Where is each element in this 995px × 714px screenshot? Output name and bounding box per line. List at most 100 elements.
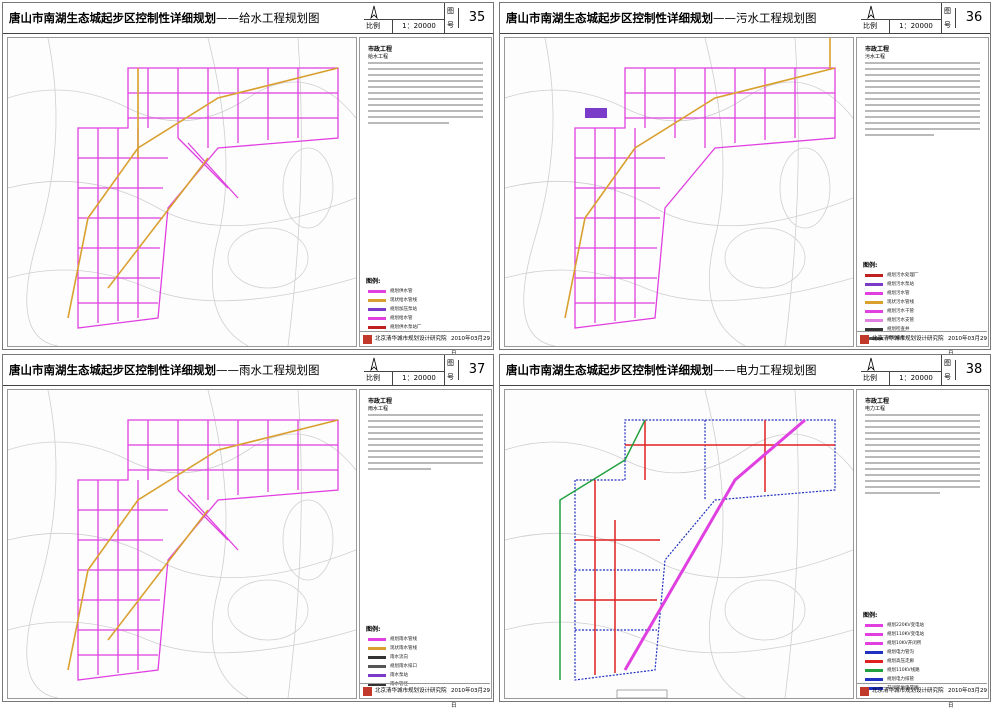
legend-label: 规划电力管沟	[887, 650, 914, 655]
notes-title: 市政工程	[865, 46, 890, 53]
side-panel: 市政工程 雨水工程 图例: 规划雨水管线 现状雨水管线 雨水流向 规划雨水排口 …	[359, 389, 492, 699]
legend-swatch	[865, 624, 883, 627]
map-power[interactable]	[504, 389, 854, 699]
notes-text-block	[368, 62, 483, 128]
legend-swatch	[368, 647, 386, 650]
fig-label: 图	[944, 7, 951, 15]
scale-label: 比例	[366, 374, 380, 382]
sheet-footer: 北京清华城市规划设计研究院 2010年03月29日	[359, 331, 490, 357]
institute-name: 北京清华城市规划设计研究院	[375, 336, 447, 342]
legend-label: 规划10KV开闭所	[887, 641, 922, 646]
legend-item: 规划110KV变电站	[863, 631, 983, 639]
legend-swatch	[865, 319, 883, 322]
legend-label: 规划给水管	[390, 316, 413, 321]
legend-title: 图例:	[863, 262, 878, 269]
side-panel: 市政工程 电力工程 图例: 规划220KV变电站 规划110KV变电站 规划10…	[856, 389, 989, 699]
scale-box: 比例 1：20000	[364, 19, 444, 34]
north-arrow-icon	[867, 357, 875, 372]
scale-label: 比例	[863, 374, 877, 382]
sheet-footer: 北京清华城市规划设计研究院 2010年03月29日	[856, 331, 987, 357]
north-arrow-icon	[370, 5, 378, 20]
legend-item: 规划给水管	[366, 315, 486, 323]
map-sewage[interactable]	[504, 37, 854, 347]
legend-label: 现状雨水管线	[390, 646, 417, 651]
fig-no-label: 号	[447, 21, 454, 29]
sheet-37: 唐山市南湖生态城起步区控制性详细规划——雨水工程规划图 比例 1：20000 图…	[2, 354, 494, 709]
notes-text-block	[368, 414, 483, 474]
figure-number-box: 图 号 35	[444, 3, 495, 33]
title-sub: 污水工程规划图	[736, 11, 817, 25]
legend-label: 规划加压泵站	[390, 307, 417, 312]
legend-label: 规划污水支管	[887, 318, 914, 323]
legend: 图例: 规划雨水管线 现状雨水管线 雨水流向 规划雨水排口 雨水泵站 雨水管径	[366, 624, 486, 690]
legend-swatch	[368, 317, 386, 320]
legend-swatch	[368, 308, 386, 311]
sheet-title: 唐山市南湖生态城起步区控制性详细规划——给水工程规划图	[9, 10, 320, 26]
legend-item: 雨水泵站	[366, 672, 486, 680]
fig-no-label: 号	[944, 21, 951, 29]
legend-swatch	[368, 326, 386, 329]
institute-name: 北京清华城市规划设计研究院	[872, 688, 944, 694]
scale-value: 1：20000	[392, 20, 445, 33]
legend-item: 规划污水泵站	[863, 281, 983, 289]
sheet-header: 唐山市南湖生态城起步区控制性详细规划——给水工程规划图 比例 1：20000 图…	[3, 3, 493, 34]
legend-item: 规划污水干管	[863, 308, 983, 316]
legend-swatch	[865, 274, 883, 277]
legend-item: 现状给水管线	[366, 297, 486, 305]
legend-swatch	[865, 678, 883, 681]
north-arrow-icon	[867, 5, 875, 20]
title-dash: ——	[216, 11, 239, 25]
title-dash: ——	[216, 363, 239, 377]
legend-item: 规划污水管	[863, 290, 983, 298]
title-main: 唐山市南湖生态城起步区控制性详细规划	[506, 11, 713, 25]
notes-text-block	[865, 414, 980, 498]
north-arrow-icon	[370, 357, 378, 372]
legend-label: 规划供水管	[390, 289, 413, 294]
legend-item: 规划110KV线路	[863, 667, 983, 675]
legend-item: 现状污水管线	[863, 299, 983, 307]
figure-number-box: 图 号 36	[941, 3, 992, 33]
sheet-header: 唐山市南湖生态城起步区控制性详细规划——电力工程规划图 比例 1：20000 图…	[500, 355, 990, 386]
legend-item: 规划雨水排口	[366, 663, 486, 671]
legend-label: 规划雨水管线	[390, 637, 417, 642]
fig-label: 图	[447, 7, 454, 15]
figure-number: 38	[955, 360, 992, 380]
legend-item: 规划10KV开闭所	[863, 640, 983, 648]
legend-swatch	[368, 299, 386, 302]
title-main: 唐山市南湖生态城起步区控制性详细规划	[9, 11, 216, 25]
legend-item: 规划电力管沟	[863, 649, 983, 657]
notes-subtitle: 污水工程	[865, 54, 886, 60]
legend-label: 雨水泵站	[390, 673, 408, 678]
sheet-title: 唐山市南湖生态城起步区控制性详细规划——电力工程规划图	[506, 362, 817, 378]
sheet-38: 唐山市南湖生态城起步区控制性详细规划——电力工程规划图 比例 1：20000 图…	[499, 354, 991, 709]
figure-number-box: 图 号 38	[941, 355, 992, 385]
title-dash: ——	[713, 363, 736, 377]
institute-name: 北京清华城市规划设计研究院	[375, 688, 447, 694]
legend-label: 规划220KV变电站	[887, 623, 925, 628]
notes-title: 市政工程	[368, 46, 393, 53]
scale-value: 1：20000	[889, 20, 942, 33]
legend: 图例: 规划供水管 现状给水管线 规划加压泵站 规划给水管 规划供水泵站厂	[366, 276, 486, 333]
legend-swatch	[865, 660, 883, 663]
notes-text-block	[865, 62, 980, 140]
legend-item: 规划供水管	[366, 288, 486, 296]
scale-label: 比例	[863, 22, 877, 30]
scale-box: 比例 1：20000	[364, 371, 444, 386]
institute-logo-icon	[363, 335, 372, 344]
legend-label: 规划污水泵站	[887, 282, 914, 287]
fig-label: 图	[944, 359, 951, 367]
legend-swatch	[865, 669, 883, 672]
legend-item: 规划加压泵站	[366, 306, 486, 314]
notes-title: 市政工程	[368, 398, 393, 405]
legend-title: 图例:	[366, 278, 381, 285]
sheet-title: 唐山市南湖生态城起步区控制性详细规划——污水工程规划图	[506, 10, 817, 26]
legend-label: 现状给水管线	[390, 298, 417, 303]
title-sub: 雨水工程规划图	[239, 363, 320, 377]
fig-label: 图	[447, 359, 454, 367]
map-stormwater[interactable]	[7, 389, 357, 699]
legend-item: 规划220KV变电站	[863, 622, 983, 630]
legend-swatch	[368, 638, 386, 641]
legend-swatch	[865, 301, 883, 304]
side-panel: 市政工程 污水工程 图例: 规划污水处理厂 规划污水泵站 规划污水管 现状污水管…	[856, 37, 989, 347]
map-water-supply[interactable]	[7, 37, 357, 347]
